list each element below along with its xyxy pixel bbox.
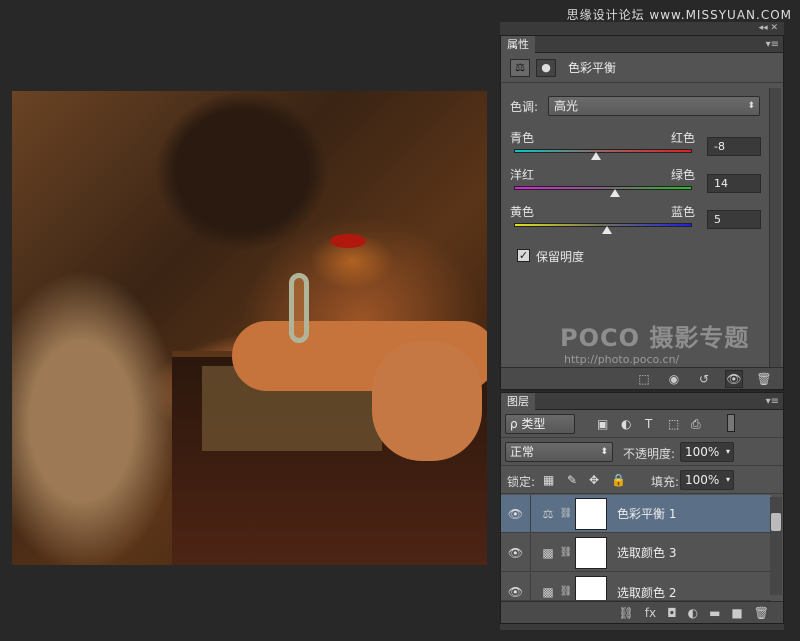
photo-region [372,341,482,461]
view-previous-icon[interactable]: ◉ [665,372,683,386]
tone-label: 色调: [510,100,539,114]
layer-name[interactable]: 色彩平衡 1 [617,505,676,522]
lock-position-icon[interactable]: ✥ [589,473,599,487]
layer-row[interactable]: 👁 ▩ ⛓ 选取颜色 3 [501,534,771,572]
cyan-red-value[interactable]: -8 [707,137,761,156]
photo-region [330,234,366,248]
lock-all-icon[interactable]: 🔒 [611,473,626,487]
site-watermark: 思缘设计论坛 www.MISSYUAN.COM [566,8,792,22]
properties-scrollbar[interactable] [769,88,781,368]
chevron-down-icon[interactable]: ▾ [726,443,730,461]
preserve-luminosity-label: 保留明度 [536,250,585,264]
eye-icon[interactable]: 👁 [501,495,531,532]
opacity-value: 100% [685,445,720,459]
layer-mask-thumbnail[interactable] [575,497,607,530]
panel-menu-icon[interactable]: ▾≡ [766,39,783,50]
layers-panel: 图层 ▾≡ ρ 类型 ▣ ◐ T ⬚ ⎙ 正常 ⬍ 不透明度: 100% ▾ 锁… [500,392,784,624]
new-adjustment-icon[interactable]: ◐ [688,606,698,620]
poco-logo: POCO 摄影专题 [560,324,750,352]
link-icon[interactable]: ⛓ [559,508,573,519]
new-layer-icon[interactable]: ■ [731,606,742,620]
link-icon[interactable]: ⛓ [559,586,573,597]
layer-filter-select[interactable]: ρ 类型 [505,414,575,434]
add-mask-icon[interactable]: ◘ [667,606,677,620]
layer-name[interactable]: 选取颜色 3 [617,544,676,561]
blend-mode-value: 正常 [510,445,535,459]
fill-input[interactable]: 100% ▾ [680,470,734,490]
type-filter-icon[interactable]: T [645,417,652,431]
slider-right-label: 蓝色 [671,205,696,219]
photo-region [289,273,309,343]
slider-right-label: 绿色 [671,168,696,182]
updown-arrow-icon: ⬍ [600,447,608,457]
new-group-icon[interactable]: ▬ [709,606,720,620]
updown-arrow-icon: ⬍ [747,101,755,111]
poco-watermark: POCO 摄影专题 http://photo.poco.cn/ [560,318,749,366]
slider-thumb[interactable] [602,226,613,234]
layers-scrollbar[interactable] [770,497,782,595]
magenta-green-value[interactable]: 14 [707,174,761,193]
slider-left-label: 洋红 [510,168,535,182]
lock-transparent-icon[interactable]: ▦ [543,473,554,487]
adjustment-title: 色彩平衡 [568,61,617,75]
balance-scale-icon: ⚖ [510,58,530,77]
tone-value: 高光 [554,99,579,113]
eye-icon[interactable]: 👁 [501,534,531,571]
layers-tab[interactable]: 图层 [501,392,535,410]
trash-icon[interactable]: 🗑 [755,372,773,386]
opacity-label: 不透明度: [623,447,676,461]
layer-name[interactable]: 选取颜色 2 [617,584,676,600]
panel-menu-icon[interactable]: ▾≡ [766,396,783,407]
slider-right-label: 红色 [671,131,696,145]
trash-icon[interactable]: 🗑 [754,606,769,620]
canvas-photo[interactable] [12,91,487,565]
layer-row[interactable]: 👁 ▩ ⛓ 选取颜色 2 [501,573,771,601]
scrollbar-thumb[interactable] [771,513,781,531]
visibility-icon[interactable]: 👁 [725,369,743,388]
selective-color-layer-icon: ▩ [542,545,554,560]
preserve-luminosity-checkbox[interactable]: ✓ [517,249,530,262]
link-icon[interactable]: ⛓ [559,547,573,558]
cyan-red-slider[interactable] [514,149,692,153]
yellow-blue-value[interactable]: 5 [707,210,761,229]
opacity-input[interactable]: 100% ▾ [680,442,734,462]
adjustment-filter-icon[interactable]: ◐ [621,417,631,431]
layer-mask-thumbnail[interactable] [575,536,607,569]
magenta-green-slider[interactable] [514,186,692,190]
slider-thumb[interactable] [590,152,601,160]
reset-icon[interactable]: ↺ [695,372,713,386]
link-layers-icon[interactable]: ⛓ [619,606,634,620]
smart-object-filter-icon[interactable]: ⎙ [691,417,701,432]
selective-color-layer-icon: ▩ [542,584,554,599]
eye-icon[interactable]: 👁 [501,573,531,600]
panel-collapse-bar[interactable]: ◂◂ ✕ [500,22,784,35]
chevron-down-icon[interactable]: ▾ [726,471,730,489]
layer-mask-thumbnail[interactable] [575,575,607,600]
clip-to-layer-icon[interactable]: ⬚ [635,372,653,386]
fill-label: 填充: [651,475,680,489]
fx-icon[interactable]: fx [645,606,656,620]
slider-left-label: 青色 [510,131,535,145]
mask-icon[interactable]: ● [536,58,556,77]
blend-mode-select[interactable]: 正常 ⬍ [505,442,613,462]
slider-left-label: 黄色 [510,205,535,219]
tone-select[interactable]: 高光 ⬍ [548,96,760,116]
pixel-filter-icon[interactable]: ▣ [597,417,608,431]
slider-thumb[interactable] [610,189,621,197]
fill-value: 100% [685,473,720,487]
color-balance-layer-icon: ⚖ [542,506,554,521]
lock-label: 锁定: [507,475,536,489]
poco-url: http://photo.poco.cn/ [564,353,680,366]
lock-image-icon[interactable]: ✎ [567,473,577,487]
shape-filter-icon[interactable]: ⬚ [668,417,679,431]
properties-tab[interactable]: 属性 [501,35,535,53]
filter-toggle[interactable] [727,414,735,432]
layer-row[interactable]: 👁 ⚖ ⛓ 色彩平衡 1 [501,495,771,533]
panel-resize-bar[interactable] [500,624,784,630]
